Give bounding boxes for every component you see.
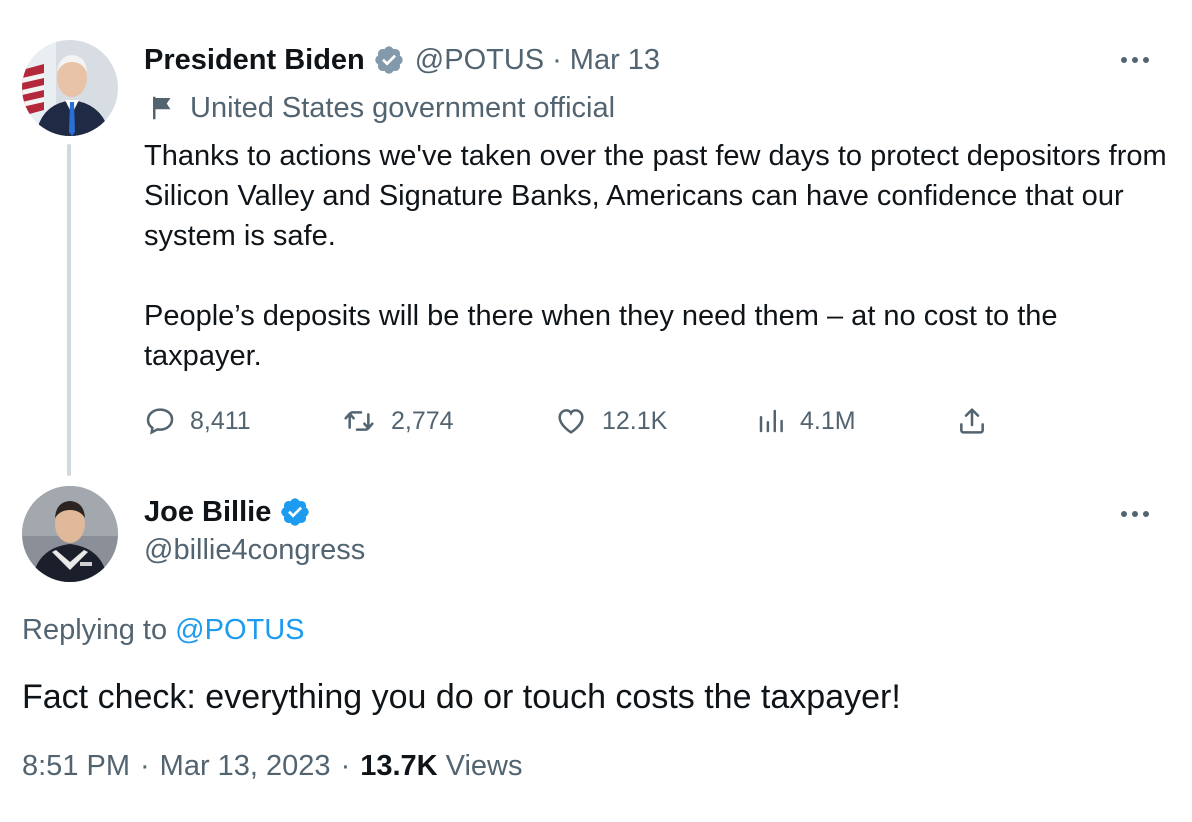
reply-author-avatar[interactable] bbox=[22, 486, 118, 582]
share-upload-icon bbox=[960, 408, 984, 434]
like-button[interactable]: 12.1K bbox=[554, 400, 667, 442]
avatar-image bbox=[22, 40, 118, 136]
reply-author-handle[interactable]: @billie4congress bbox=[144, 534, 365, 567]
reply-date[interactable]: Mar 13, 2023 bbox=[160, 750, 331, 783]
share-button[interactable] bbox=[956, 400, 988, 442]
author-avatar[interactable] bbox=[22, 40, 118, 136]
heart-icon bbox=[558, 409, 584, 434]
verified-badge-icon[interactable] bbox=[373, 44, 405, 76]
more-dots-icon bbox=[1121, 511, 1127, 517]
author-handle[interactable]: @POTUS bbox=[415, 44, 544, 77]
bar-chart-icon bbox=[759, 409, 783, 433]
label-text: United States government official bbox=[190, 91, 616, 124]
views-count: 4.1M bbox=[800, 406, 856, 435]
reply-views-count[interactable]: 13.7K bbox=[360, 750, 437, 783]
government-label[interactable]: United States government official bbox=[148, 88, 615, 128]
tweet-text: Thanks to actions we've taken over the p… bbox=[144, 136, 1174, 376]
retweet-icon bbox=[344, 411, 374, 431]
tweet-paragraph: Thanks to actions we've taken over the p… bbox=[144, 140, 1167, 252]
verified-badge-icon[interactable] bbox=[279, 496, 311, 528]
retweet-count: 2,774 bbox=[391, 406, 454, 435]
reply-header: Joe Billie bbox=[144, 492, 321, 532]
tweet-paragraph: People’s deposits will be there when the… bbox=[144, 300, 1058, 372]
more-options-button[interactable] bbox=[1115, 50, 1155, 70]
more-dots-icon bbox=[1121, 57, 1127, 63]
separator-dot: · bbox=[552, 43, 562, 76]
tweet-date[interactable]: Mar 13 bbox=[570, 44, 660, 77]
speech-bubble-icon bbox=[146, 408, 174, 435]
retweet-button[interactable]: 2,774 bbox=[341, 400, 454, 442]
tweet-header: President Biden @POTUS · Mar 13 bbox=[144, 40, 660, 80]
reply-author-name[interactable]: Joe Billie bbox=[144, 496, 271, 529]
reply-views-label: Views bbox=[445, 750, 523, 782]
like-count: 12.1K bbox=[602, 406, 668, 435]
replying-prefix: Replying to bbox=[22, 614, 168, 646]
flag-icon bbox=[153, 96, 171, 120]
reply-count: 8,411 bbox=[190, 406, 251, 435]
reply-text: Fact check: everything you do or touch c… bbox=[22, 678, 901, 716]
more-options-button[interactable] bbox=[1115, 504, 1155, 524]
replying-to: Replying to @POTUS bbox=[22, 614, 305, 647]
views-button[interactable]: 4.1M bbox=[756, 400, 856, 442]
thread-connector-line bbox=[67, 144, 71, 476]
separator-dot: · bbox=[340, 750, 351, 782]
replying-to-link[interactable]: @POTUS bbox=[175, 614, 304, 646]
reply-button[interactable]: 8,411 bbox=[144, 400, 251, 442]
tweet-actions: 8,411 2,774 12.1K 4.1M bbox=[144, 400, 1004, 442]
reply-metadata: 8:51 PM · Mar 13, 2023 · 13.7K Views bbox=[22, 750, 522, 783]
reply-time[interactable]: 8:51 PM bbox=[22, 750, 130, 783]
separator-dot: · bbox=[140, 750, 150, 782]
avatar-image bbox=[22, 486, 118, 582]
author-name[interactable]: President Biden bbox=[144, 44, 365, 77]
